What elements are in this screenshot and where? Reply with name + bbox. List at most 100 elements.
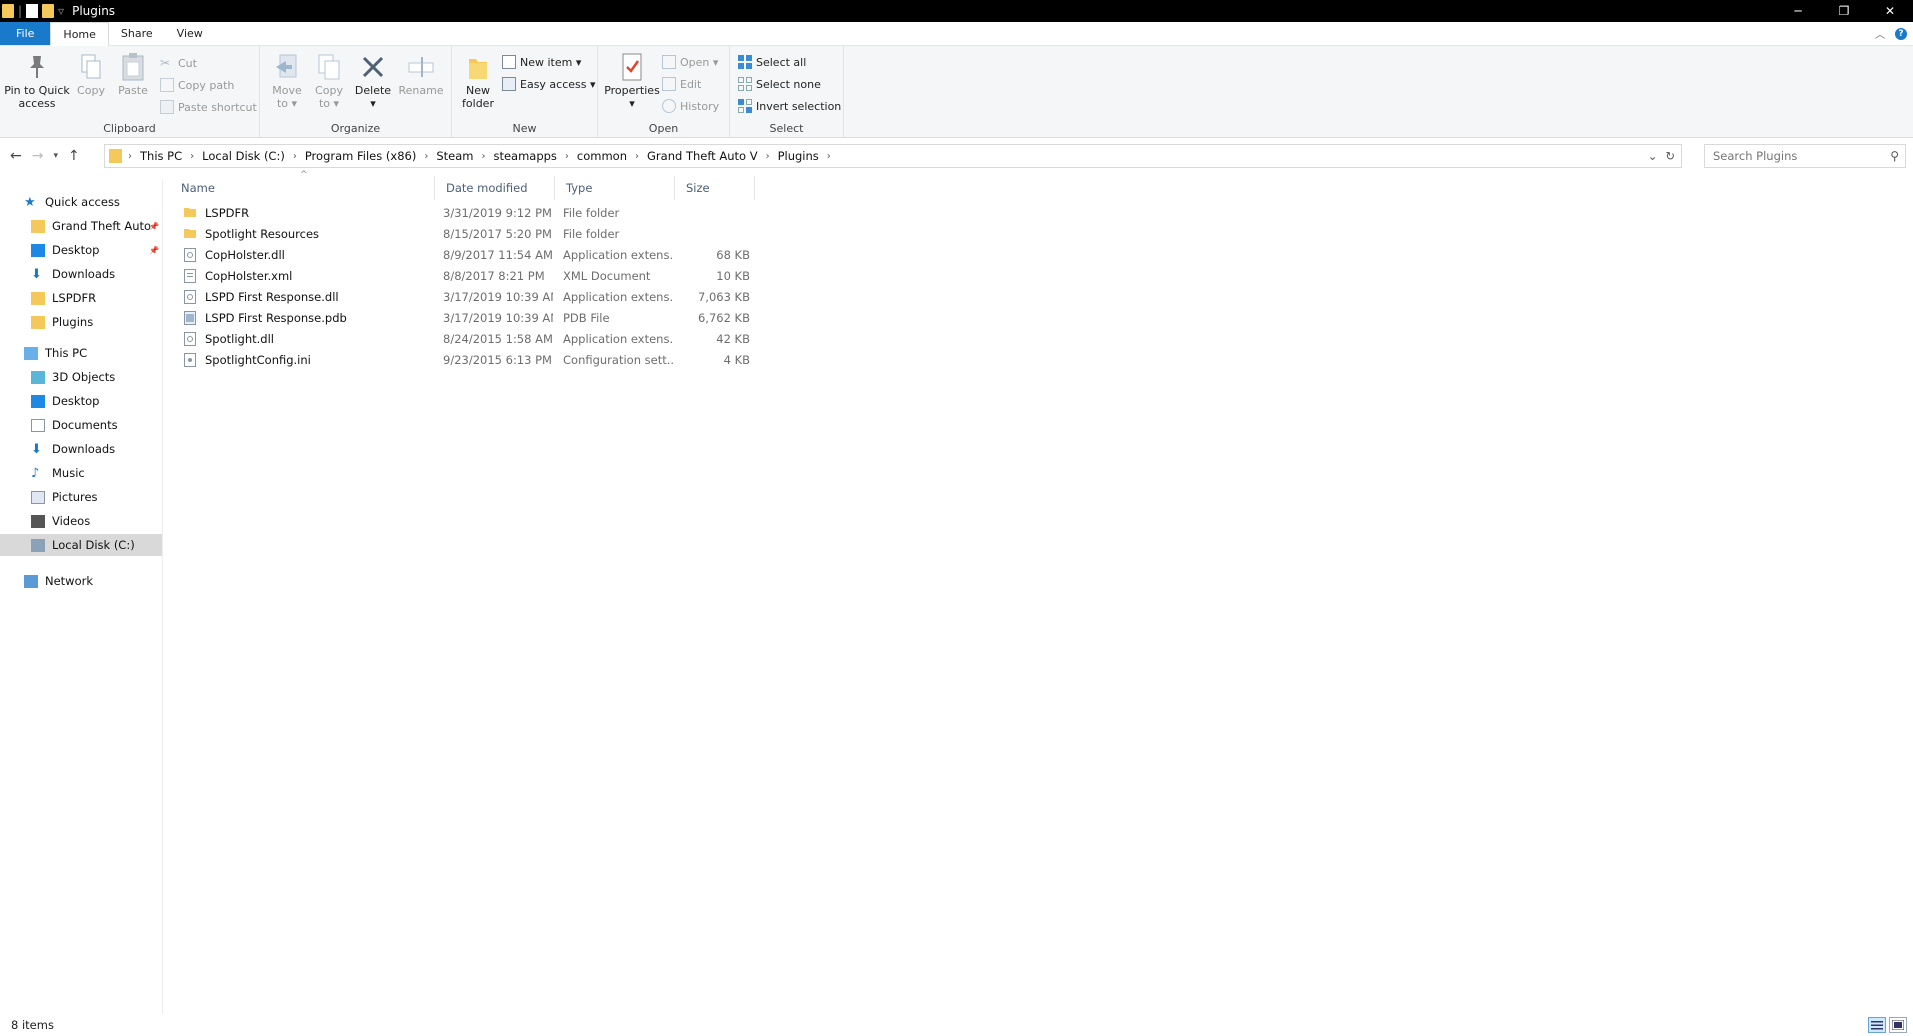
nav-pc-item[interactable]: Documents <box>0 414 162 436</box>
easy-access-button[interactable]: Easy access ▾ <box>502 75 596 93</box>
address-bar[interactable]: › This PC › Local Disk (C:) › Program Files … <box>104 144 1682 168</box>
large-icons-view-icon[interactable] <box>1889 1017 1907 1033</box>
file-row[interactable]: Spotlight.dll 8/24/2015 1:58 AM Applicatio… <box>170 328 760 349</box>
tab-home[interactable]: Home <box>50 22 109 46</box>
breadcrumb-item[interactable]: Plugins <box>778 149 819 163</box>
edit-button[interactable]: Edit <box>662 75 701 93</box>
copy-to-label-2: to ▾ <box>318 97 340 110</box>
breadcrumb-item[interactable]: steamapps <box>493 149 556 163</box>
nav-quick-item[interactable]: ⬇ Downloads <box>0 263 162 285</box>
address-dropdown-icon[interactable]: ⌄ <box>1648 149 1658 163</box>
breadcrumb-item[interactable]: Local Disk (C:) <box>202 149 285 163</box>
breadcrumb-item[interactable]: common <box>577 149 627 163</box>
new-folder-icon[interactable] <box>42 4 55 18</box>
column-header-type[interactable]: Type <box>555 176 675 200</box>
nav-this-pc[interactable]: This PC <box>0 342 162 364</box>
chevron-right-icon[interactable]: › <box>293 151 297 162</box>
download-arrow-icon: ⬇ <box>31 441 42 457</box>
customize-toolbar-icon[interactable]: ▿ <box>58 4 64 18</box>
file-type: Application extens... <box>563 331 673 346</box>
nav-quick-item[interactable]: Grand Theft Auto 📌 <box>0 215 162 237</box>
select-none-icon <box>738 77 752 91</box>
help-icon[interactable]: ? <box>1895 27 1907 40</box>
nav-pc-item[interactable]: ♪ Music <box>0 462 162 484</box>
new-item-button[interactable]: New item ▾ <box>502 53 581 71</box>
cut-button[interactable]: ✂ Cut <box>160 54 197 72</box>
copy-to-button[interactable]: Copy to ▾ <box>310 52 348 110</box>
breadcrumb-item[interactable]: Steam <box>436 149 473 163</box>
chevron-right-icon[interactable]: › <box>481 151 485 162</box>
file-row[interactable]: LSPD First Response.dll 3/17/2019 10:39 A… <box>170 286 760 307</box>
tab-view[interactable]: View <box>165 22 215 45</box>
pin-label-1: Pin to Quick <box>4 84 70 97</box>
search-input[interactable] <box>1713 149 1883 163</box>
file-row[interactable]: SpotlightConfig.ini 9/23/2015 6:13 PM Conf… <box>170 349 760 370</box>
recent-locations-icon[interactable]: ▾ <box>53 151 58 161</box>
collapse-ribbon-icon[interactable]: ︿ <box>1875 26 1885 41</box>
chevron-right-icon[interactable]: › <box>565 151 569 162</box>
paste-button[interactable]: Paste <box>116 52 150 97</box>
restore-button[interactable]: ❐ <box>1821 0 1867 22</box>
forward-arrow-icon[interactable]: → <box>32 148 44 164</box>
copy-button[interactable]: Copy <box>74 52 108 97</box>
details-view-icon[interactable] <box>1868 1017 1886 1033</box>
star-icon: ★ <box>24 194 36 210</box>
breadcrumb-item[interactable]: Program Files (x86) <box>305 149 416 163</box>
nav-pc-item[interactable]: ⬇ Downloads <box>0 438 162 460</box>
back-arrow-icon[interactable]: ← <box>10 148 22 164</box>
pin-to-quick-access-button[interactable]: Pin to Quick access <box>4 52 70 110</box>
nav-pc-item[interactable]: Videos <box>0 510 162 532</box>
music-note-icon: ♪ <box>31 465 40 481</box>
up-arrow-icon[interactable]: ↑ <box>68 148 80 164</box>
nav-pc-item[interactable]: Desktop <box>0 390 162 412</box>
copy-path-button[interactable]: Copy path <box>160 76 234 94</box>
chevron-right-icon[interactable]: › <box>128 151 132 162</box>
column-size-label: Size <box>686 181 710 195</box>
chevron-right-icon[interactable]: › <box>766 151 770 162</box>
move-to-button[interactable]: Move to ▾ <box>268 52 306 110</box>
history-button[interactable]: History <box>662 97 719 115</box>
close-button[interactable]: ✕ <box>1867 0 1913 22</box>
file-row[interactable]: CopHolster.dll 8/9/2017 11:54 AM Applicati… <box>170 244 760 265</box>
column-header-name[interactable]: Name ^ <box>170 170 435 200</box>
select-all-button[interactable]: Select all <box>738 53 806 71</box>
column-header-size[interactable]: Size <box>675 176 755 200</box>
nav-network[interactable]: Network <box>0 570 162 592</box>
invert-selection-button[interactable]: Invert selection <box>738 97 841 115</box>
nav-pc-item[interactable]: Local Disk (C:) <box>0 534 162 556</box>
file-row[interactable]: LSPDFR 3/31/2019 9:12 PM File folder <box>170 202 760 223</box>
paste-shortcut-button[interactable]: Paste shortcut <box>160 98 257 116</box>
pin-label-2: access <box>18 97 56 110</box>
chevron-right-icon[interactable]: › <box>635 151 639 162</box>
chevron-right-icon[interactable]: › <box>827 151 831 162</box>
rename-button[interactable]: Rename <box>398 52 444 97</box>
new-folder-button[interactable]: New folder <box>460 52 496 110</box>
search-icon[interactable]: ⚲ <box>1890 149 1899 163</box>
file-row[interactable]: LSPD First Response.pdb 3/17/2019 10:39 A… <box>170 307 760 328</box>
nav-item-label: Plugins <box>52 315 94 329</box>
file-row[interactable]: Spotlight Resources 8/15/2017 5:20 PM File… <box>170 223 760 244</box>
rename-label: Rename <box>398 84 444 97</box>
breadcrumb-item[interactable]: Grand Theft Auto V <box>647 149 758 163</box>
breadcrumb-item[interactable]: This PC <box>140 149 182 163</box>
properties-button[interactable]: Properties ▾ <box>602 52 662 110</box>
delete-button[interactable]: Delete ▾ <box>354 52 392 110</box>
file-row[interactable]: CopHolster.xml 8/8/2017 8:21 PM XML Docume… <box>170 265 760 286</box>
nav-quick-access[interactable]: ★ Quick access <box>0 191 162 213</box>
minimize-button[interactable]: ─ <box>1775 0 1821 22</box>
tab-share[interactable]: Share <box>109 22 165 45</box>
nav-pc-item[interactable]: Pictures <box>0 486 162 508</box>
chevron-right-icon[interactable]: › <box>190 151 194 162</box>
nav-pc-item[interactable]: 3D Objects <box>0 366 162 388</box>
properties-icon[interactable] <box>26 4 39 18</box>
nav-quick-item[interactable]: Plugins <box>0 311 162 333</box>
nav-quick-item[interactable]: Desktop 📌 <box>0 239 162 261</box>
column-header-date[interactable]: Date modified <box>435 176 555 200</box>
tab-file[interactable]: File <box>0 22 51 45</box>
refresh-icon[interactable]: ↻ <box>1665 149 1675 163</box>
select-none-button[interactable]: Select none <box>738 75 821 93</box>
chevron-right-icon[interactable]: › <box>424 151 428 162</box>
search-box[interactable]: ⚲ <box>1704 144 1906 168</box>
open-button[interactable]: Open ▾ <box>662 53 718 71</box>
nav-quick-item[interactable]: LSPDFR <box>0 287 162 309</box>
